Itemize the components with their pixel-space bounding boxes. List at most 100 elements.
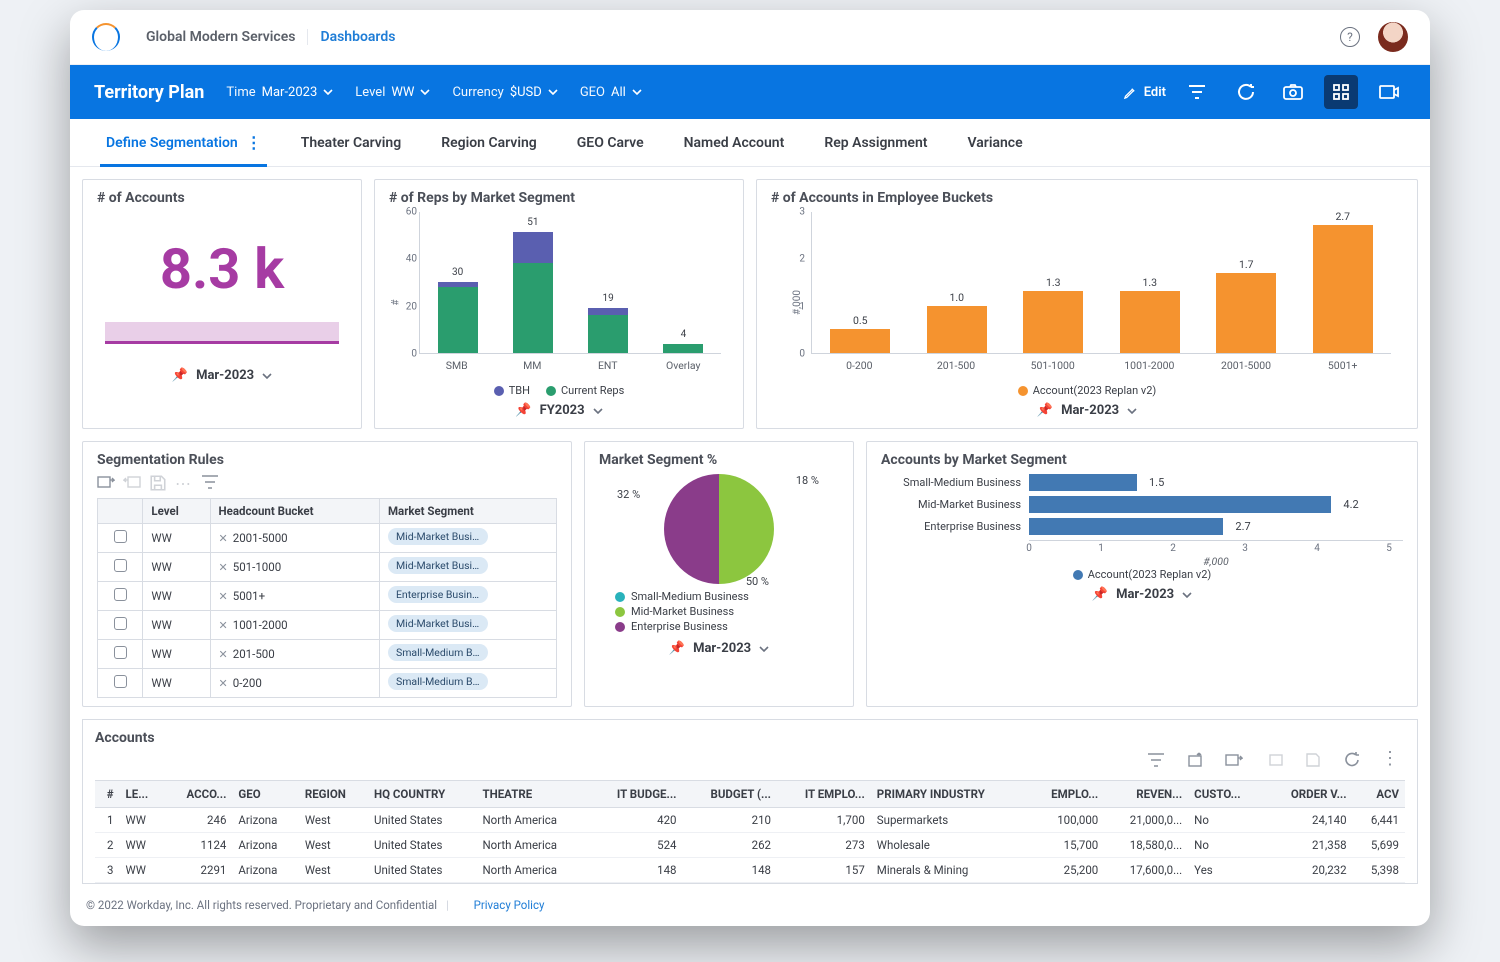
chevron-down-icon [1127, 408, 1137, 414]
table-row[interactable]: WW ✕5001+ Enterprise Busin... [98, 582, 557, 611]
tab-rep-assignment[interactable]: Rep Assignment [822, 119, 929, 166]
privacy-link[interactable]: Privacy Policy [474, 898, 545, 912]
filter-icon[interactable] [1147, 752, 1165, 772]
workday-logo-icon[interactable] [92, 23, 120, 51]
table-row[interactable]: WW ✕501-1000 Mid-Market Busi... [98, 553, 557, 582]
rules-table: LevelHeadcount BucketMarket Segment WW ✕… [97, 498, 557, 698]
pin-icon: 📌 [515, 403, 531, 418]
filter-icon[interactable] [1180, 75, 1214, 109]
checkbox[interactable] [114, 559, 127, 572]
tab-variance[interactable]: Variance [965, 119, 1024, 166]
save-icon[interactable] [149, 474, 167, 490]
pin-icon: 📌 [1037, 403, 1053, 418]
help-icon[interactable]: ? [1340, 27, 1360, 47]
grid-view-icon[interactable] [1324, 75, 1358, 109]
tab-region-carving[interactable]: Region Carving [439, 119, 539, 166]
toolbar-icon[interactable] [123, 474, 141, 490]
table-row[interactable]: WW ✕2001-5000 Mid-Market Busi... [98, 524, 557, 553]
segment-pill[interactable]: Mid-Market Busi... [388, 615, 488, 632]
pin-icon: 📌 [172, 368, 188, 383]
remove-icon[interactable]: ✕ [219, 619, 228, 632]
chevron-down-icon [262, 373, 272, 379]
more-icon[interactable]: ⋮ [1381, 752, 1399, 772]
remove-icon[interactable]: ✕ [219, 590, 228, 603]
bar-row: Mid-Market Business 4.2 [881, 496, 1403, 513]
page-title: Territory Plan [94, 82, 204, 103]
segment-pill[interactable]: Small-Medium B... [388, 673, 488, 690]
export-icon[interactable] [1187, 752, 1203, 772]
segment-pill[interactable]: Mid-Market Busi... [388, 557, 488, 574]
toolbar-icon[interactable] [97, 474, 115, 490]
filter-level[interactable]: LevelWW [351, 81, 434, 104]
tab-theater-carving[interactable]: Theater Carving [299, 119, 404, 166]
chevron-down-icon [593, 408, 603, 414]
table-row[interactable]: WW ✕0-200 Small-Medium B... [98, 669, 557, 698]
accounts-table: #LE...ACCO...GEOREGIONHQ COUNTRYTHEATREI… [95, 780, 1405, 883]
accounts-count-value: 8.3 k [97, 236, 347, 302]
chevron-down-icon [1182, 592, 1192, 598]
toolbar-icon[interactable]: ⋯ [175, 474, 193, 490]
accounts-sparkline [105, 322, 339, 344]
period-selector[interactable]: 📌 Mar-2023 [599, 635, 839, 658]
card-title: Accounts by Market Segment [881, 452, 1403, 468]
pie-chart [664, 474, 774, 584]
org-name: Global Modern Services [134, 29, 307, 45]
card-segmentation-rules: Segmentation Rules ⋯ LevelHeadcount Buck… [82, 441, 572, 707]
filter-currency[interactable]: Currency$USD [448, 81, 561, 104]
bar-row: Enterprise Business 2.7 [881, 518, 1403, 535]
checkbox[interactable] [114, 646, 127, 659]
import-icon[interactable] [1225, 752, 1243, 772]
card-title: Accounts [95, 730, 1405, 746]
checkbox[interactable] [114, 617, 127, 630]
tab-named-account[interactable]: Named Account [682, 119, 787, 166]
tab-menu-icon[interactable]: ⋮ [246, 133, 261, 152]
period-selector[interactable]: 📌 Mar-2023 [881, 581, 1403, 604]
checkbox[interactable] [114, 675, 127, 688]
remove-icon[interactable]: ✕ [219, 648, 228, 661]
filter-geo[interactable]: GEOAll [576, 81, 646, 104]
card-employee-buckets: # of Accounts in Employee Buckets #,000 … [756, 179, 1418, 429]
present-icon[interactable] [1372, 75, 1406, 109]
card-title: # of Accounts [97, 190, 347, 206]
refresh-icon[interactable] [1343, 752, 1359, 772]
refresh-icon[interactable] [1228, 75, 1262, 109]
table-row[interactable]: WW ✕1001-2000 Mid-Market Busi... [98, 611, 557, 640]
remove-icon[interactable]: ✕ [219, 561, 228, 574]
period-selector[interactable]: 📌 Mar-2023 [97, 362, 347, 385]
toolbar-icon[interactable] [1265, 752, 1283, 772]
card-title: Market Segment % [599, 452, 839, 468]
card-title: # of Reps by Market Segment [389, 190, 729, 206]
remove-icon[interactable]: ✕ [219, 677, 228, 690]
edit-button[interactable]: Edit [1123, 85, 1166, 100]
camera-icon[interactable] [1276, 75, 1310, 109]
tab-define-segmentation[interactable]: Define Segmentation⋮ [104, 119, 263, 166]
card-title: Segmentation Rules [97, 452, 557, 468]
card-accounts-count: # of Accounts 8.3 k 📌 Mar-2023 [82, 179, 362, 429]
remove-icon[interactable]: ✕ [219, 532, 228, 545]
save-icon[interactable] [1305, 752, 1321, 772]
table-row[interactable]: WW ✕201-500 Small-Medium B... [98, 640, 557, 669]
card-title: # of Accounts in Employee Buckets [771, 190, 1403, 206]
filter-time[interactable]: TimeMar-2023 [222, 81, 337, 104]
table-row[interactable]: 2WW1124ArizonaWestUnited StatesNorth Ame… [95, 833, 1405, 858]
table-row[interactable]: 1WW246ArizonaWestUnited StatesNorth Amer… [95, 808, 1405, 833]
checkbox[interactable] [114, 588, 127, 601]
segment-pill[interactable]: Mid-Market Busi... [388, 528, 488, 545]
segment-pill[interactable]: Small-Medium B... [388, 644, 488, 661]
segment-pill[interactable]: Enterprise Busin... [388, 586, 488, 603]
pin-icon: 📌 [669, 641, 685, 656]
table-row[interactable]: 3WW2291ArizonaWestUnited StatesNorth Ame… [95, 858, 1405, 883]
card-market-segment-pct: Market Segment % 18 % 50 % 32 % Small-Me… [584, 441, 854, 707]
bar-row: Small-Medium Business 1.5 [881, 474, 1403, 491]
user-avatar[interactable] [1378, 22, 1408, 52]
card-accounts-by-segment: Accounts by Market Segment Small-Medium … [866, 441, 1418, 707]
tab-geo-carve[interactable]: GEO Carve [575, 119, 646, 166]
period-selector[interactable]: 📌 Mar-2023 [771, 397, 1403, 420]
card-reps-by-segment: # of Reps by Market Segment # 0204060 30… [374, 179, 744, 429]
filter-icon[interactable] [201, 474, 219, 490]
period-selector[interactable]: 📌 FY2023 [389, 397, 729, 420]
card-accounts-table: Accounts ⋮ #LE...ACCO...GEOREGIONHQ COUN… [82, 719, 1418, 884]
checkbox[interactable] [114, 530, 127, 543]
dashboards-link[interactable]: Dashboards [307, 29, 407, 45]
pin-icon: 📌 [1092, 587, 1108, 602]
